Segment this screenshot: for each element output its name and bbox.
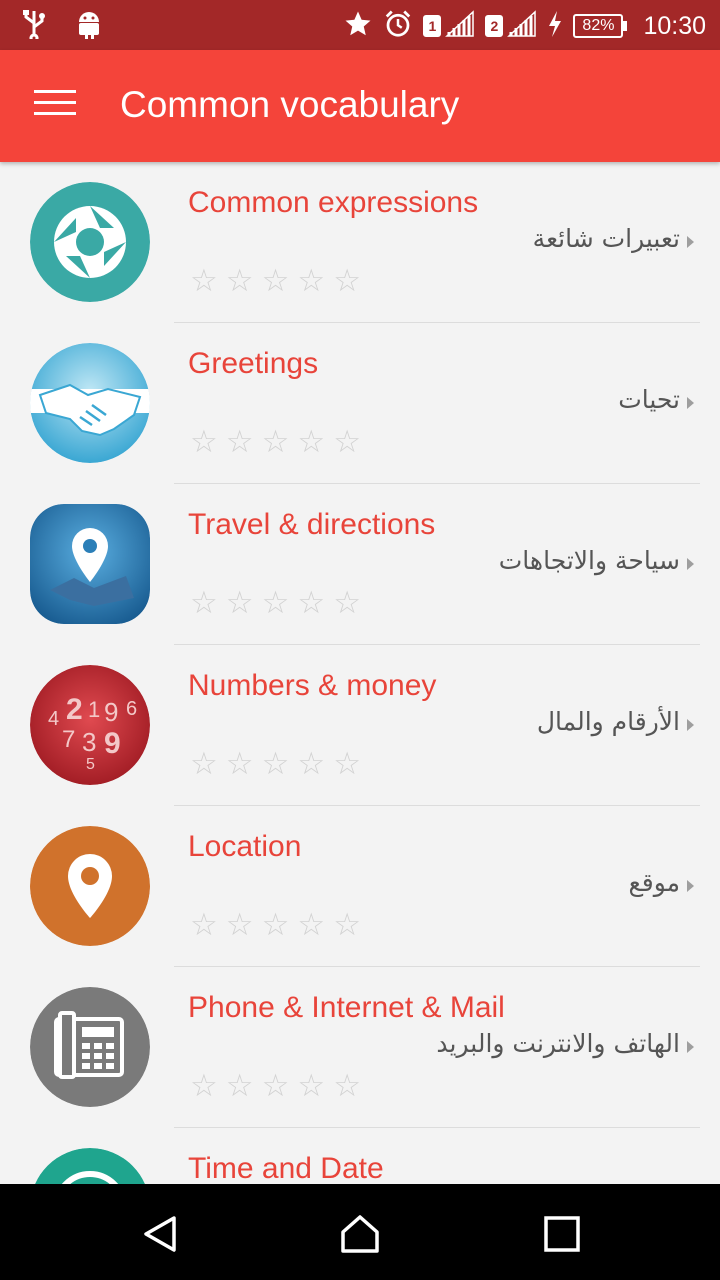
category-arabic: تحيات <box>618 385 680 414</box>
star-empty-icon[interactable]: ☆ <box>226 1071 254 1102</box>
category-title: Travel & directions <box>188 508 436 541</box>
list-item[interactable]: Common expressions تعبيرات شائعة ☆ ☆ ☆ ☆… <box>0 162 720 323</box>
rating-stars[interactable]: ☆ ☆ ☆ ☆ ☆ <box>190 266 361 297</box>
category-title: Phone & Internet & Mail <box>188 991 505 1024</box>
home-icon[interactable] <box>340 1214 380 1254</box>
phone-icon <box>30 987 150 1107</box>
list-item[interactable]: 2 1 9 4 7 3 9 6 5 Numbers & money الأرقا… <box>0 645 720 806</box>
star-empty-icon[interactable]: ☆ <box>333 588 361 619</box>
star-empty-icon[interactable]: ☆ <box>262 749 290 780</box>
battery-indicator: 82% <box>573 14 628 38</box>
star-empty-icon[interactable]: ☆ <box>190 749 218 780</box>
chevron-right-icon <box>687 719 694 731</box>
back-triangle-icon[interactable] <box>140 1214 180 1254</box>
svg-text:3: 3 <box>82 727 96 757</box>
svg-text:4: 4 <box>48 708 59 730</box>
chevron-right-icon <box>687 1041 694 1053</box>
usb-icon <box>20 9 48 43</box>
star-empty-icon[interactable]: ☆ <box>226 588 254 619</box>
star-icon <box>343 9 373 43</box>
star-empty-icon[interactable]: ☆ <box>190 588 218 619</box>
hamburger-menu-icon[interactable] <box>34 90 76 120</box>
list-item[interactable]: Travel & directions سياحة والاتجاهات ☆ ☆… <box>0 484 720 645</box>
signal-icon <box>445 10 475 42</box>
chevron-right-icon <box>687 397 694 409</box>
chevron-right-icon <box>687 558 694 570</box>
rating-stars[interactable]: ☆ ☆ ☆ ☆ ☆ <box>190 749 361 780</box>
rating-stars[interactable]: ☆ ☆ ☆ ☆ ☆ <box>190 910 361 941</box>
star-empty-icon[interactable]: ☆ <box>297 1071 325 1102</box>
svg-text:9: 9 <box>104 727 121 760</box>
star-empty-icon[interactable]: ☆ <box>333 266 361 297</box>
android-icon <box>74 8 104 44</box>
signal-icon <box>507 10 537 42</box>
category-list: Common expressions تعبيرات شائعة ☆ ☆ ☆ ☆… <box>0 162 720 1184</box>
status-time: 10:30 <box>643 11 706 40</box>
category-title: Greetings <box>188 347 319 380</box>
star-empty-icon[interactable]: ☆ <box>190 427 218 458</box>
star-empty-icon[interactable]: ☆ <box>262 1071 290 1102</box>
navigation-bar <box>0 1184 720 1280</box>
rating-stars[interactable]: ☆ ☆ ☆ ☆ ☆ <box>190 588 361 619</box>
star-empty-icon[interactable]: ☆ <box>297 427 325 458</box>
category-title: Numbers & money <box>188 669 437 702</box>
star-empty-icon[interactable]: ☆ <box>262 266 290 297</box>
list-item[interactable]: Location موقع ☆ ☆ ☆ ☆ ☆ <box>0 806 720 967</box>
star-empty-icon[interactable]: ☆ <box>226 910 254 941</box>
star-empty-icon[interactable]: ☆ <box>333 1071 361 1102</box>
category-title: Common expressions <box>188 186 479 219</box>
rating-stars[interactable]: ☆ ☆ ☆ ☆ ☆ <box>190 1071 361 1102</box>
star-empty-icon[interactable]: ☆ <box>262 427 290 458</box>
category-arabic: موقع <box>628 868 680 897</box>
star-empty-icon[interactable]: ☆ <box>297 266 325 297</box>
star-empty-icon[interactable]: ☆ <box>262 588 290 619</box>
svg-text:9: 9 <box>104 697 118 727</box>
category-arabic: الهاتف والانترنت والبريد <box>436 1029 680 1058</box>
sim1-badge: 1 <box>423 15 442 37</box>
star-empty-icon[interactable]: ☆ <box>226 266 254 297</box>
location-pin-icon <box>30 826 150 946</box>
svg-text:5: 5 <box>86 756 95 773</box>
map-pin-icon <box>30 504 150 624</box>
star-empty-icon[interactable]: ☆ <box>333 749 361 780</box>
star-empty-icon[interactable]: ☆ <box>190 910 218 941</box>
alarm-icon <box>383 9 413 43</box>
star-empty-icon[interactable]: ☆ <box>333 910 361 941</box>
charging-icon <box>547 10 563 42</box>
category-title: Location <box>188 830 302 863</box>
list-item[interactable]: Phone & Internet & Mail الهاتف والانترنت… <box>0 967 720 1128</box>
app-bar: Common vocabulary <box>0 50 720 162</box>
battery-percent: 82% <box>573 14 624 38</box>
category-arabic: تعبيرات شائعة <box>532 224 680 253</box>
star-empty-icon[interactable]: ☆ <box>297 910 325 941</box>
category-arabic: سياحة والاتجاهات <box>498 546 680 575</box>
handshake-icon <box>30 343 150 463</box>
sim2-badge: 2 <box>485 15 504 37</box>
expressions-icon <box>30 182 150 302</box>
svg-text:1: 1 <box>88 697 100 722</box>
star-empty-icon[interactable]: ☆ <box>262 910 290 941</box>
list-item[interactable]: Time and Date <box>0 1128 720 1184</box>
chevron-right-icon <box>687 236 694 248</box>
category-arabic: الأرقام والمال <box>536 707 680 736</box>
svg-text:7: 7 <box>62 726 75 753</box>
page-title: Common vocabulary <box>120 84 460 125</box>
clock-icon <box>30 1148 150 1184</box>
rating-stars[interactable]: ☆ ☆ ☆ ☆ ☆ <box>190 427 361 458</box>
category-title: Time and Date <box>188 1152 384 1184</box>
svg-text:6: 6 <box>126 698 137 720</box>
status-bar: 1 2 82% 10:30 <box>0 0 720 50</box>
svg-text:2: 2 <box>66 693 83 726</box>
list-item[interactable]: Greetings تحيات ☆ ☆ ☆ ☆ ☆ <box>0 323 720 484</box>
star-empty-icon[interactable]: ☆ <box>190 266 218 297</box>
star-empty-icon[interactable]: ☆ <box>333 427 361 458</box>
chevron-right-icon <box>687 880 694 892</box>
recents-square-icon[interactable] <box>542 1214 582 1254</box>
star-empty-icon[interactable]: ☆ <box>297 749 325 780</box>
star-empty-icon[interactable]: ☆ <box>226 749 254 780</box>
star-empty-icon[interactable]: ☆ <box>297 588 325 619</box>
star-empty-icon[interactable]: ☆ <box>226 427 254 458</box>
numbers-icon: 2 1 9 4 7 3 9 6 5 <box>30 665 150 785</box>
star-empty-icon[interactable]: ☆ <box>190 1071 218 1102</box>
